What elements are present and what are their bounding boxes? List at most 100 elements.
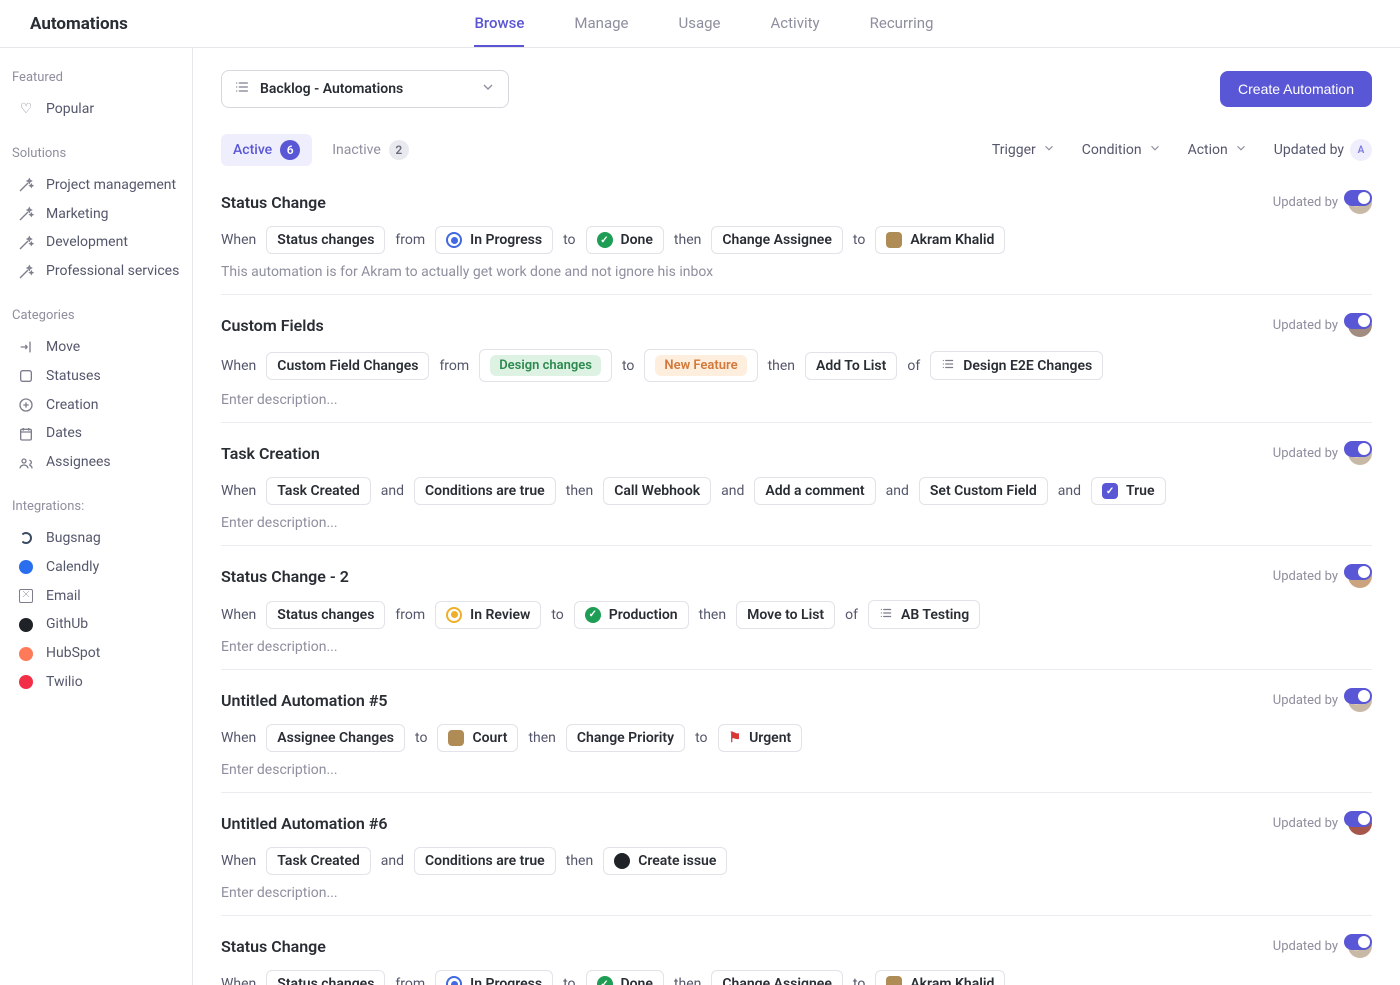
rule-action-chip[interactable]: Change Priority <box>566 724 685 752</box>
sidebar-item-dates[interactable]: Dates <box>0 419 192 448</box>
rule-action-chip[interactable]: Create issue <box>603 847 727 875</box>
inactive-count-badge: 2 <box>389 140 409 160</box>
rule-word: When <box>221 483 256 499</box>
sidebar-item-label: Calendly <box>46 559 99 576</box>
rule-action-chip[interactable]: Change Assignee <box>711 226 843 254</box>
automation-row[interactable]: Status Change - 2 Updated by WhenStatus … <box>221 546 1372 670</box>
sidebar-item-marketing[interactable]: Marketing <box>0 200 192 229</box>
sidebar-item-move[interactable]: Move <box>0 333 192 362</box>
rule-action-chip[interactable]: Add To List <box>805 352 897 380</box>
wand-icon <box>18 235 34 251</box>
sidebar-item-assignees[interactable]: Assignees <box>0 448 192 477</box>
updated-by-label: Updated by <box>1273 816 1338 831</box>
sidebar-item-github[interactable]: GithUb <box>0 610 192 639</box>
state-tab-label: Inactive <box>332 142 381 158</box>
sidebar-item-label: HubSpot <box>46 645 100 662</box>
sidebar-item-label: Development <box>46 234 128 251</box>
updated-by-label: Updated by <box>1273 318 1338 333</box>
wand-icon <box>18 264 34 280</box>
toggle-switch[interactable] <box>1344 190 1372 206</box>
toggle-switch[interactable] <box>1344 564 1372 580</box>
filter-trigger[interactable]: Trigger <box>992 141 1056 159</box>
sidebar-item-bugsnag[interactable]: Bugsnag <box>0 524 192 553</box>
sidebar-item-email[interactable]: Email <box>0 582 192 611</box>
state-tab-active[interactable]: Active 6 <box>221 134 312 166</box>
rule-action-chip[interactable]: Change Assignee <box>711 970 843 985</box>
updated-by-label: Updated by <box>1273 569 1338 584</box>
sidebar-item-label: Dates <box>46 425 82 442</box>
chevron-down-icon <box>480 79 496 99</box>
toggle-switch[interactable] <box>1344 441 1372 457</box>
toggle-switch[interactable] <box>1344 313 1372 329</box>
rule-trigger-chip[interactable]: Task Created <box>266 847 370 875</box>
sidebar-item-development[interactable]: Development <box>0 228 192 257</box>
filter-action[interactable]: Action <box>1188 141 1248 159</box>
chevron-down-icon <box>1148 141 1162 159</box>
filter-label: Updated by <box>1274 142 1344 158</box>
tab-usage[interactable]: Usage <box>679 0 721 47</box>
toggle-switch[interactable] <box>1344 811 1372 827</box>
sidebar-item-creation[interactable]: Creation <box>0 391 192 420</box>
view-picker[interactable]: Backlog - Automations <box>221 70 509 108</box>
rule-trigger-chip[interactable]: Assignee Changes <box>266 724 405 752</box>
rule-word: When <box>221 976 256 985</box>
create-automation-button[interactable]: Create Automation <box>1220 71 1372 107</box>
rule-trigger-chip[interactable]: Status changes <box>266 601 385 629</box>
sidebar-item-twilio[interactable]: Twilio <box>0 668 192 697</box>
sidebar-item-hubspot[interactable]: HubSpot <box>0 639 192 668</box>
automation-title: Custom Fields <box>221 316 324 335</box>
state-tab-inactive[interactable]: Inactive 2 <box>320 134 421 166</box>
sidebar-item-popular[interactable]: Popular <box>0 95 192 124</box>
rule-trigger-chip[interactable]: Task Created <box>266 477 370 505</box>
tab-browse[interactable]: Browse <box>474 0 524 47</box>
rule-condition-chip[interactable]: Conditions are true <box>414 847 556 875</box>
chevron-down-icon <box>1042 141 1056 159</box>
toggle-switch[interactable] <box>1344 688 1372 704</box>
tab-recurring[interactable]: Recurring <box>870 0 934 47</box>
github-icon <box>18 617 34 633</box>
status-icon <box>446 976 462 985</box>
automation-row[interactable]: Custom Fields Updated by WhenCustom Fiel… <box>221 295 1372 423</box>
topbar: Automations Browse Manage Usage Activity… <box>0 0 1400 48</box>
rule-condition-chip[interactable]: Conditions are true <box>414 477 556 505</box>
rule-word: When <box>221 730 256 746</box>
filter-condition[interactable]: Condition <box>1082 141 1162 159</box>
automation-row[interactable]: Untitled Automation #5 Updated by WhenAs… <box>221 670 1372 793</box>
sidebar-item-project-management[interactable]: Project management <box>0 171 192 200</box>
filter-updated-by[interactable]: Updated byA <box>1274 139 1372 161</box>
sidebar-item-label: Statuses <box>46 368 101 385</box>
status-icon <box>446 607 462 623</box>
sidebar-item-label: Project management <box>46 177 176 194</box>
automation-description: This automation is for Akram to actually… <box>221 264 1372 280</box>
automation-description: Enter description... <box>221 639 1372 655</box>
tab-activity[interactable]: Activity <box>771 0 820 47</box>
rule-trigger-chip[interactable]: Custom Field Changes <box>266 352 429 380</box>
sidebar-item-professional-services[interactable]: Professional services <box>0 257 192 286</box>
main: Backlog - Automations Create Automation … <box>193 48 1400 985</box>
user-avatar-icon <box>886 976 902 985</box>
top-tabs: Browse Manage Usage Activity Recurring <box>128 0 1280 47</box>
tag: New Feature <box>655 355 746 376</box>
plus-circle-icon <box>18 397 34 413</box>
sidebar-item-label: Bugsnag <box>46 530 101 547</box>
automation-row[interactable]: Status Change Updated by WhenStatus chan… <box>221 916 1372 985</box>
twilio-icon <box>18 674 34 690</box>
sidebar-item-calendly[interactable]: Calendly <box>0 553 192 582</box>
state-tabs: Active 6 Inactive 2 <box>221 134 421 166</box>
rule-action-chip[interactable]: Call Webhook <box>603 477 711 505</box>
tag: Design changes <box>490 355 601 376</box>
rule-trigger-chip[interactable]: Status changes <box>266 226 385 254</box>
tab-manage[interactable]: Manage <box>574 0 628 47</box>
rule-trigger-chip[interactable]: Status changes <box>266 970 385 985</box>
rule-action-chip[interactable]: Set Custom Field <box>919 477 1048 505</box>
state-tab-label: Active <box>233 142 272 158</box>
sidebar-item-statuses[interactable]: Statuses <box>0 362 192 391</box>
toggle-switch[interactable] <box>1344 934 1372 950</box>
rule-action-chip[interactable]: Move to List <box>736 601 835 629</box>
automation-row[interactable]: Task Creation Updated by WhenTask Create… <box>221 423 1372 546</box>
sidebar-solutions-heading: Solutions <box>0 146 192 171</box>
sidebar-item-label: GithUb <box>46 616 88 633</box>
automation-row[interactable]: Untitled Automation #6 Updated by WhenTa… <box>221 793 1372 916</box>
automation-row[interactable]: Status Change Updated by WhenStatus chan… <box>221 186 1372 295</box>
rule-action-chip[interactable]: Add a comment <box>754 477 875 505</box>
